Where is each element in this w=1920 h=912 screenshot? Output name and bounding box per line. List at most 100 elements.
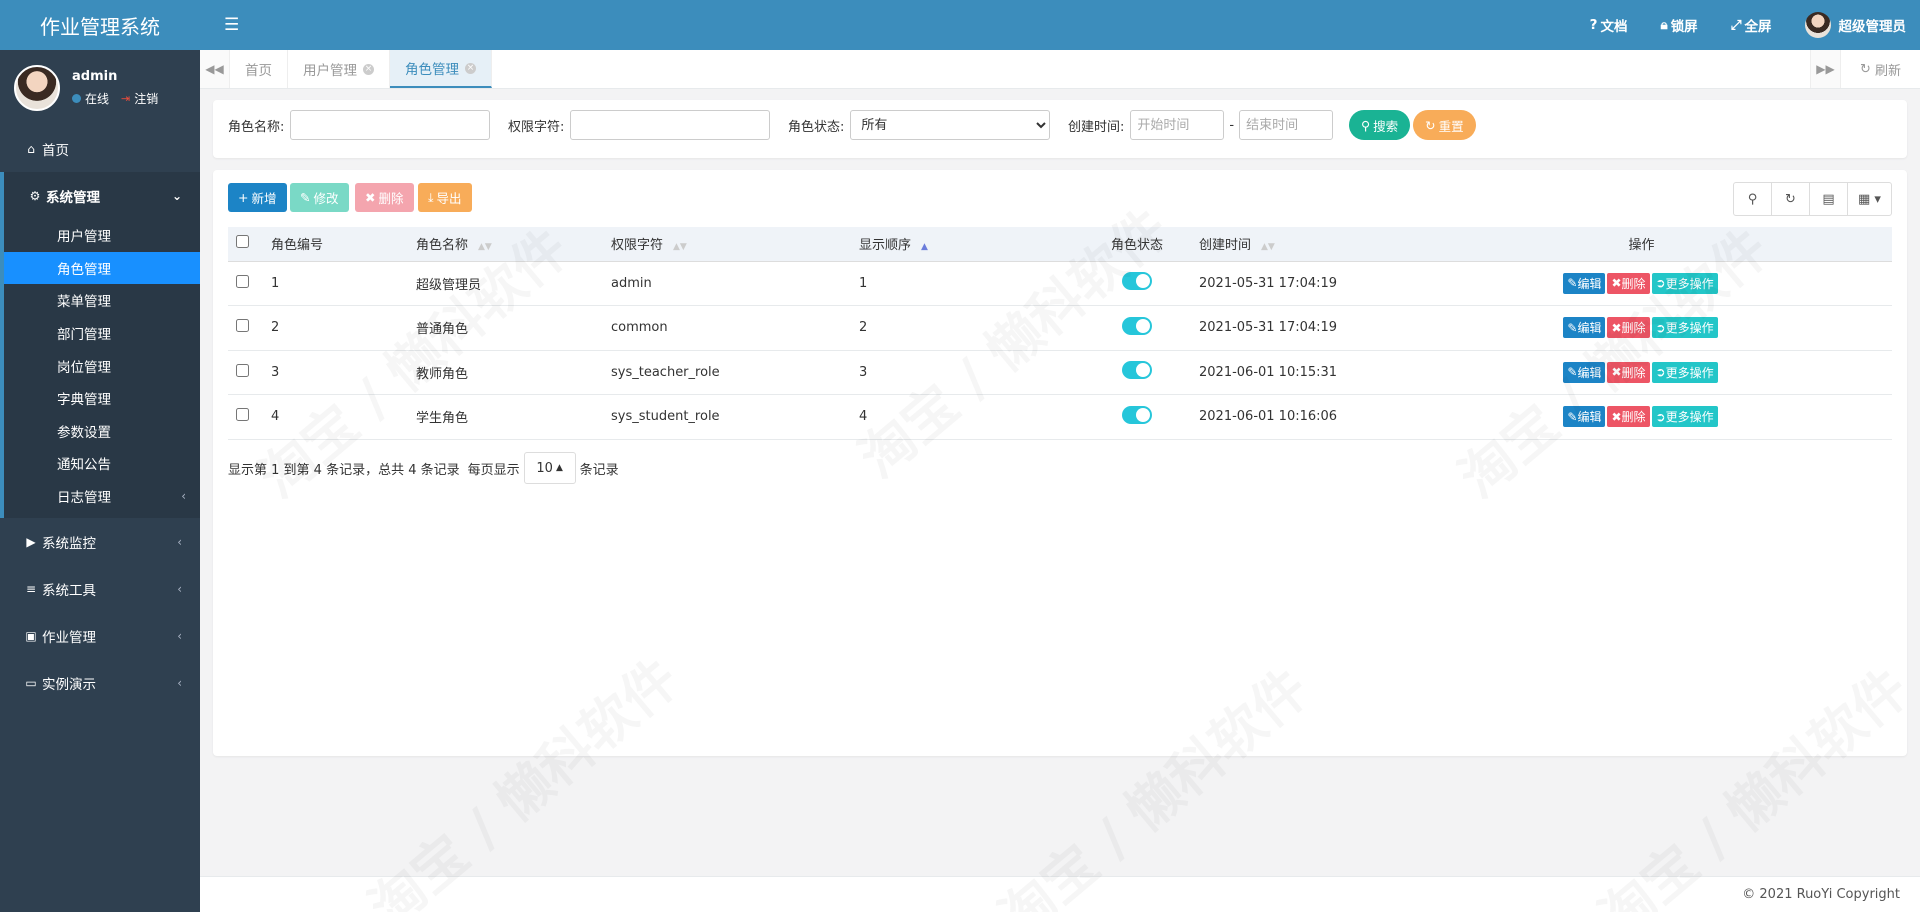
status-toggle[interactable] <box>1122 316 1152 335</box>
row-edit-button[interactable]: ✎ 编辑 <box>1563 272 1606 294</box>
row-delete-label: 删除 <box>1621 321 1646 336</box>
status-toggle[interactable] <box>1122 272 1152 291</box>
row-edit-label: 编辑 <box>1577 321 1602 336</box>
status-toggle[interactable] <box>1122 405 1152 424</box>
sidebar-item-config[interactable]: 参数设置 <box>4 415 200 448</box>
row-checkbox[interactable] <box>236 319 249 333</box>
tabs-scroll-right-icon[interactable]: ▶▶ <box>1810 50 1840 88</box>
nav-tools[interactable]: ≡ 系统工具 ‹ <box>0 565 200 612</box>
row-more-button[interactable]: ➲ 更多操作 <box>1651 272 1718 294</box>
col-name[interactable]: 角色名称 ▲▼ <box>408 227 603 262</box>
row-edit-button[interactable]: ✎ 编辑 <box>1563 317 1606 339</box>
sidebar-item-menus[interactable]: 菜单管理 <box>4 284 200 317</box>
perm-input[interactable] <box>570 110 771 140</box>
status-select[interactable]: 所有 <box>850 110 1051 140</box>
row-more-label: 更多操作 <box>1665 410 1714 425</box>
row-delete-button[interactable]: ✖ 删除 <box>1607 317 1650 339</box>
role-table: 角色编号 角色名称 ▲▼ 权限字符 ▲▼ 显示顺序 ▲ 角色状态 创建时间 ▲▼ 操作 … <box>228 227 1892 440</box>
user-info: admin 在线 ⇥ 注销 <box>72 69 158 107</box>
add-button-label: 新增 <box>251 191 277 206</box>
tab-role-management[interactable]: 角色管理 × <box>390 50 492 88</box>
header-user-menu[interactable]: 超级管理员 <box>1804 12 1906 38</box>
list-alt-icon: ▤ <box>1822 191 1835 207</box>
logout-icon[interactable]: ⇥ <box>121 92 130 105</box>
page-size-dropdown[interactable]: 10 ▲ <box>523 452 576 484</box>
export-button[interactable]: ⤓ 导出 <box>418 183 472 212</box>
sidebar-item-depts[interactable]: 部门管理 <box>4 317 200 350</box>
reset-button[interactable]: ↻ 重置 <box>1413 110 1476 140</box>
cell-perm: common <box>603 305 851 351</box>
app-logo[interactable]: 作业管理系统 <box>0 0 200 50</box>
refresh-button[interactable]: ↻ 刷新 <box>1840 50 1920 88</box>
add-button[interactable]: + 新增 <box>228 183 287 212</box>
nav-monitor-label: 系统监控 <box>42 535 96 552</box>
sidebar-item-roles[interactable]: 角色管理 <box>4 251 200 285</box>
tab-home[interactable]: 首页 <box>230 50 288 88</box>
nav-homework[interactable]: ▣ 作业管理 ‹ <box>0 612 200 659</box>
columns-button[interactable]: ▦ ▾ <box>1847 182 1892 216</box>
cell-ops: ✎ 编辑 ✖ 删除 ➲ 更多操作 <box>1391 261 1892 306</box>
sidebar-item-posts[interactable]: 岗位管理 <box>4 349 200 382</box>
edit-icon: ✎ <box>1567 409 1578 424</box>
nav-home[interactable]: ⌂ 首页 <box>0 125 200 172</box>
perm-field: 权限字符: <box>508 110 771 140</box>
delete-button[interactable]: ✖ 删除 <box>355 183 414 212</box>
chevron-down-icon: ⌄ <box>171 188 182 203</box>
row-checkbox[interactable] <box>236 408 249 422</box>
search-panel: 角色名称: 权限字符: 角色状态: 所有 创建时间: - ⚲ 搜索 ↻ 重置 <box>213 100 1907 158</box>
hamburger-menu-icon[interactable]: ☰ <box>224 15 239 35</box>
logout-link[interactable]: 注销 <box>134 90 158 107</box>
sidebar-item-notice[interactable]: 通知公告 <box>4 447 200 480</box>
row-more-button[interactable]: ➲ 更多操作 <box>1651 361 1718 383</box>
row-more-button[interactable]: ➲ 更多操作 <box>1651 317 1718 339</box>
tab-user-management[interactable]: 用户管理 × <box>288 50 390 88</box>
per-page-post: 条记录 <box>579 462 619 478</box>
lock-screen-link[interactable]: 🔒︎ 锁屏 <box>1661 15 1698 35</box>
col-created[interactable]: 创建时间 ▲▼ <box>1191 227 1391 262</box>
toggle-view-button[interactable]: ▤ <box>1809 182 1848 216</box>
status-toggle[interactable] <box>1122 361 1152 380</box>
row-edit-button[interactable]: ✎ 编辑 <box>1563 406 1606 428</box>
select-all-checkbox[interactable] <box>236 235 249 249</box>
close-icon[interactable]: × <box>465 62 476 74</box>
close-icon[interactable]: × <box>363 63 374 75</box>
row-edit-button[interactable]: ✎ 编辑 <box>1563 361 1606 383</box>
row-delete-button[interactable]: ✖ 删除 <box>1607 361 1650 383</box>
role-name-input[interactable] <box>290 110 491 140</box>
col-perm[interactable]: 权限字符 ▲▼ <box>603 227 851 262</box>
end-time-input[interactable] <box>1239 110 1334 140</box>
cell-status <box>1083 350 1191 395</box>
row-checkbox[interactable] <box>236 274 249 288</box>
tab-home-label: 首页 <box>245 63 272 79</box>
col-order[interactable]: 显示顺序 ▲ <box>851 227 1083 262</box>
row-more-button[interactable]: ➲ 更多操作 <box>1651 406 1718 428</box>
time-label: 创建时间: <box>1068 119 1125 135</box>
sidebar-item-dict[interactable]: 字典管理 <box>4 382 200 415</box>
tabs-scroll-left-icon[interactable]: ◀◀ <box>200 50 230 88</box>
nav-monitor[interactable]: ▶ 系统监控 ‹ <box>0 518 200 565</box>
edit-icon: ✎ <box>300 190 311 205</box>
fullscreen-link[interactable]: ⤢ 全屏 <box>1731 15 1772 35</box>
cell-name: 普通角色 <box>408 305 603 351</box>
sidebar-item-users[interactable]: 用户管理 <box>4 219 200 252</box>
row-delete-label: 删除 <box>1621 276 1646 291</box>
nav-demo[interactable]: ▭ 实例演示 ‹ <box>0 659 200 706</box>
tabs-bar: ◀◀ 首页 用户管理 × 角色管理 × ▶▶ ↻ 刷新 <box>200 50 1920 89</box>
sidebar-item-logs[interactable]: 日志管理 ‹ <box>4 480 200 513</box>
row-delete-button[interactable]: ✖ 删除 <box>1607 406 1650 428</box>
row-checkbox[interactable] <box>236 363 249 377</box>
col-id[interactable]: 角色编号 <box>263 227 408 262</box>
refresh-table-button[interactable]: ↻ <box>1771 182 1810 216</box>
online-status: 在线 <box>85 91 110 106</box>
row-delete-button[interactable]: ✖ 删除 <box>1607 272 1650 294</box>
cell-ops: ✎ 编辑 ✖ 删除 ➲ 更多操作 <box>1391 394 1892 440</box>
edit-button[interactable]: ✎ 修改 <box>290 183 349 212</box>
search-button[interactable]: ⚲ 搜索 <box>1349 110 1411 140</box>
search-toggle-button[interactable]: ⚲ <box>1733 182 1772 216</box>
nav-system[interactable]: ⚙ 系统管理 ⌄ <box>0 172 200 219</box>
refresh-icon: ↻ <box>1425 117 1436 133</box>
per-page-pre: 每页显示 <box>467 462 520 478</box>
perm-label: 权限字符: <box>508 119 565 135</box>
docs-link[interactable]: ? 文档 <box>1590 15 1628 35</box>
start-time-input[interactable] <box>1130 110 1225 140</box>
